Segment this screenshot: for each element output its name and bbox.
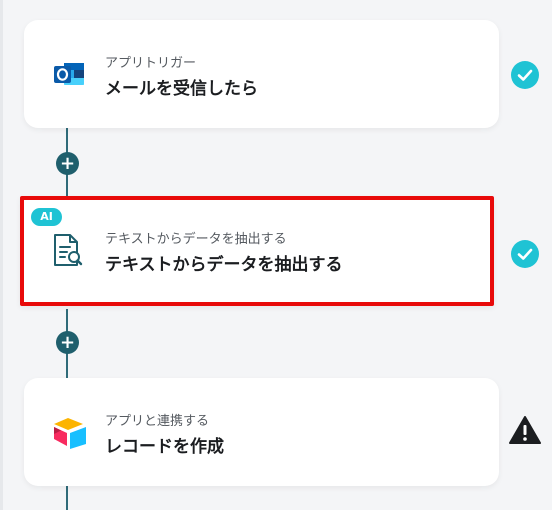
step-title: テキストからデータを抽出する bbox=[105, 255, 343, 275]
add-step-button[interactable]: + bbox=[56, 331, 79, 354]
step-subtitle: アプリと連携する bbox=[105, 414, 210, 429]
flow-step-card-ai-extract[interactable]: テキストからデータを抽出する テキストからデータを抽出する bbox=[20, 196, 494, 306]
ai-badge: AI bbox=[31, 208, 62, 226]
check-circle-icon bbox=[511, 61, 539, 89]
left-panel-edge bbox=[0, 0, 3, 510]
warning-icon bbox=[509, 415, 541, 445]
step-subtitle: アプリトリガー bbox=[105, 56, 197, 71]
step-title: メールを受信したら bbox=[105, 79, 258, 99]
add-step-button[interactable]: + bbox=[56, 152, 79, 175]
connector-line bbox=[66, 486, 68, 510]
airtable-icon bbox=[52, 415, 86, 449]
step-title: レコードを作成 bbox=[105, 437, 224, 457]
flow-step-card-trigger[interactable]: アプリトリガー メールを受信したら bbox=[24, 20, 499, 128]
outlook-icon bbox=[52, 57, 86, 91]
check-circle-icon bbox=[511, 240, 539, 268]
step-subtitle: テキストからデータを抽出する bbox=[105, 232, 287, 247]
flow-step-card-action[interactable]: アプリと連携する レコードを作成 bbox=[24, 378, 499, 486]
document-search-icon bbox=[50, 232, 84, 266]
